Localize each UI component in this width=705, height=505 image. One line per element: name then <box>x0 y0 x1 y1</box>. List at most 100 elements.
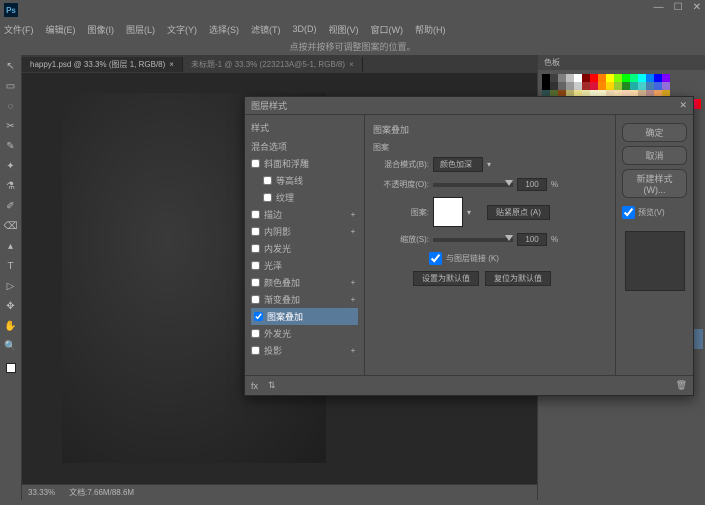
swatch[interactable] <box>598 74 606 82</box>
gradient-tool[interactable]: ▴ <box>4 239 18 253</box>
stamp-tool[interactable]: ✐ <box>4 199 18 213</box>
swatches-tab[interactable]: 色板 <box>538 55 705 70</box>
swatch[interactable] <box>558 82 566 90</box>
add-instance-icon[interactable]: + <box>348 346 358 356</box>
swatch[interactable] <box>550 74 558 82</box>
crop-tool[interactable]: ✂ <box>4 119 18 133</box>
tab-close-icon[interactable]: × <box>169 60 174 69</box>
swatch[interactable] <box>550 82 558 90</box>
style-checkbox[interactable] <box>263 176 272 185</box>
swatch[interactable] <box>566 82 574 90</box>
scale-slider[interactable] <box>433 238 513 242</box>
swatch[interactable] <box>614 74 622 82</box>
style-item[interactable]: 内阴影+ <box>251 223 358 240</box>
add-instance-icon[interactable]: + <box>348 278 358 288</box>
eyedropper-tool[interactable]: ✎ <box>4 139 18 153</box>
swatch[interactable] <box>638 74 646 82</box>
swatch[interactable] <box>606 74 614 82</box>
reset-default-button[interactable]: 复位为默认值 <box>485 271 551 286</box>
swatch[interactable] <box>574 82 582 90</box>
menu-help[interactable]: 帮助(H) <box>415 23 446 36</box>
style-checkbox[interactable] <box>251 346 260 355</box>
make-default-button[interactable]: 设置为默认值 <box>413 271 479 286</box>
document-tab[interactable]: 未标题-1 @ 33.3% (223213A@5-1, RGB/8)× <box>183 57 363 72</box>
hand-tool[interactable]: ✋ <box>4 319 18 333</box>
opacity-input[interactable]: 100 <box>517 178 547 191</box>
ok-button[interactable]: 确定 <box>622 123 687 142</box>
pattern-thumbnail[interactable] <box>433 197 463 227</box>
scale-input[interactable]: 100 <box>517 233 547 246</box>
style-item[interactable]: 光泽 <box>251 257 358 274</box>
menu-select[interactable]: 选择(S) <box>209 23 239 36</box>
add-instance-icon[interactable]: + <box>348 295 358 305</box>
lasso-tool[interactable]: ◌ <box>4 99 18 113</box>
add-instance-icon[interactable]: + <box>348 210 358 220</box>
zoom-level[interactable]: 33.33% <box>28 488 55 497</box>
swatch[interactable] <box>654 82 662 90</box>
style-checkbox[interactable] <box>251 227 260 236</box>
path-tool[interactable]: ▷ <box>4 279 18 293</box>
menu-window[interactable]: 窗口(W) <box>371 23 404 36</box>
fx-icon[interactable]: fx <box>251 381 258 391</box>
swatch[interactable] <box>582 82 590 90</box>
swatch[interactable] <box>646 74 654 82</box>
snap-origin-button[interactable]: 贴紧原点 (A) <box>487 205 550 220</box>
tab-close-icon[interactable]: × <box>349 60 354 69</box>
swatch[interactable] <box>542 74 550 82</box>
link-layer-checkbox[interactable] <box>429 252 442 265</box>
minimize-icon[interactable]: — <box>654 2 664 13</box>
style-checkbox[interactable] <box>263 193 272 202</box>
style-checkbox[interactable] <box>251 261 260 270</box>
swatches-grid[interactable] <box>542 74 701 98</box>
swatch[interactable] <box>558 74 566 82</box>
menu-image[interactable]: 图像(I) <box>88 23 115 36</box>
swatch[interactable] <box>598 82 606 90</box>
chevron-up-down-icon[interactable]: ⇅ <box>268 380 276 391</box>
new-style-button[interactable]: 新建样式(W)... <box>622 169 687 198</box>
style-item[interactable]: 纹理 <box>251 189 358 206</box>
trash-icon[interactable]: 🗑 <box>676 380 687 391</box>
menu-filter[interactable]: 滤镜(T) <box>251 23 281 36</box>
document-tab[interactable]: happy1.psd @ 33.3% (图层 1, RGB/8)× <box>22 57 183 72</box>
foreground-color[interactable] <box>6 363 16 373</box>
style-item[interactable]: 图案叠加 <box>251 308 358 325</box>
chevron-down-icon[interactable]: ▾ <box>467 208 471 217</box>
style-item[interactable]: 外发光 <box>251 325 358 342</box>
swatch[interactable] <box>662 74 670 82</box>
style-checkbox[interactable] <box>251 329 260 338</box>
style-item[interactable]: 等高线 <box>251 172 358 189</box>
menu-layer[interactable]: 图层(L) <box>126 23 155 36</box>
swatch[interactable] <box>646 82 654 90</box>
style-item[interactable]: 描边+ <box>251 206 358 223</box>
swatch[interactable] <box>654 74 662 82</box>
style-item[interactable]: 渐变叠加+ <box>251 291 358 308</box>
swatch[interactable] <box>542 82 550 90</box>
add-instance-icon[interactable]: + <box>348 227 358 237</box>
swatch[interactable] <box>662 82 670 90</box>
swatch[interactable] <box>590 74 598 82</box>
swatch[interactable] <box>630 74 638 82</box>
swatch[interactable] <box>574 74 582 82</box>
brush-tool[interactable]: ⚗ <box>4 179 18 193</box>
text-tool[interactable]: T <box>4 259 18 273</box>
maximize-icon[interactable]: ☐ <box>674 2 683 13</box>
menu-type[interactable]: 文字(Y) <box>167 23 197 36</box>
dialog-close-icon[interactable]: ✕ <box>679 100 687 111</box>
close-icon[interactable]: ✕ <box>693 2 701 13</box>
move-tool[interactable]: ↖ <box>4 59 18 73</box>
eraser-tool[interactable]: ⌫ <box>4 219 18 233</box>
opacity-slider[interactable] <box>433 183 513 187</box>
swatch[interactable] <box>590 82 598 90</box>
swatch[interactable] <box>606 82 614 90</box>
zoom-tool[interactable]: 🔍 <box>4 339 18 353</box>
style-item[interactable]: 投影+ <box>251 342 358 359</box>
style-checkbox[interactable] <box>254 312 263 321</box>
style-item[interactable]: 颜色叠加+ <box>251 274 358 291</box>
marquee-tool[interactable]: ▭ <box>4 79 18 93</box>
style-checkbox[interactable] <box>251 295 260 304</box>
swatch[interactable] <box>630 82 638 90</box>
swatch[interactable] <box>622 82 630 90</box>
preview-checkbox[interactable] <box>622 206 635 219</box>
style-checkbox[interactable] <box>251 210 260 219</box>
menu-3d[interactable]: 3D(D) <box>293 24 317 34</box>
